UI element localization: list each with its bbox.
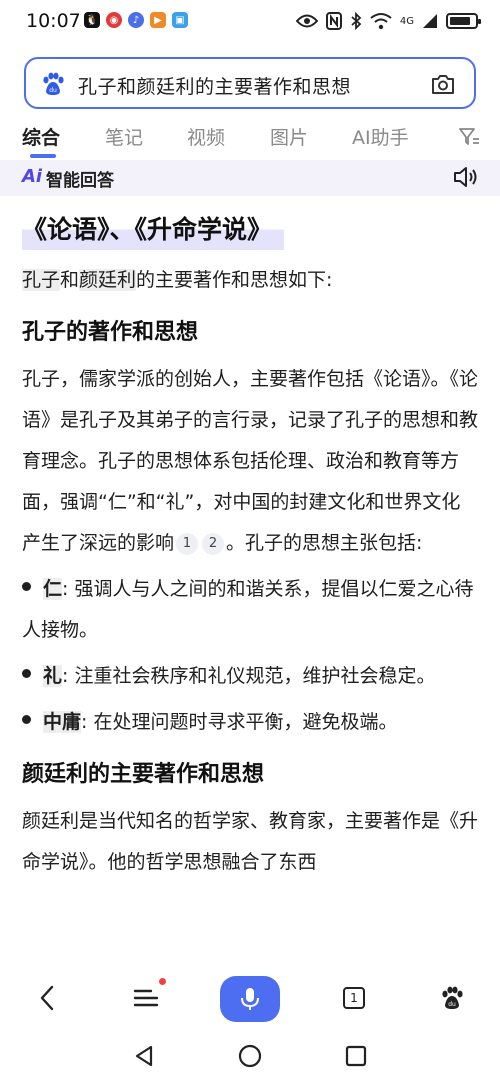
video-app-icon: ▶ [150, 12, 166, 28]
intro-rest: 的主要著作和思想如下: [136, 269, 333, 291]
list-item: 中庸: 在处理问题时寻求平衡，避免极端。 [22, 702, 478, 743]
search-tabs: 综合 笔记 视频 图片 AI助手 [0, 118, 500, 162]
section-heading-confucius: 孔子的著作和思想 [22, 320, 199, 345]
tab-notes[interactable]: 笔记 [105, 123, 143, 150]
chevron-left-icon [40, 985, 54, 1011]
tab-videos[interactable]: 视频 [187, 123, 225, 150]
eye-icon [295, 14, 318, 28]
system-recents-icon[interactable] [345, 1045, 367, 1067]
answer-headline: 《论语》、《升命学说》 [22, 204, 285, 250]
svg-text:du: du [448, 1001, 456, 1008]
tab-ai-assistant[interactable]: AI助手 [352, 123, 409, 150]
notification-dot [159, 978, 166, 985]
nfc-icon [325, 12, 342, 30]
tabs-button[interactable]: 1 [332, 976, 376, 1020]
ai-answer-title: 智能回答 [46, 171, 114, 191]
bullet-icon [22, 582, 31, 591]
entity-confucius[interactable]: 孔子 [22, 269, 61, 291]
answer-intro: 孔子和颜廷利的主要著作和思想如下: [22, 260, 478, 301]
status-indicators: 4G [295, 12, 481, 30]
citation-2[interactable]: 2 [202, 533, 225, 555]
ai-answer-header: Ai 智能回答 [0, 160, 500, 196]
system-home-icon[interactable] [238, 1044, 262, 1068]
notification-icons: 🐧 ◉ ♪ ▶ ▣ [84, 12, 188, 28]
signal-icon [423, 14, 437, 28]
bottom-toolbar: 1 du [0, 968, 500, 1030]
battery-icon [446, 13, 481, 29]
status-bar: 10:07 🐧 ◉ ♪ ▶ ▣ 4G [0, 0, 500, 48]
confucius-ideas-list: 仁: 强调人与人之间的和谐关系，提倡以仁爱之心待人接物。 礼: 注重社会秩序和礼… [22, 569, 478, 743]
ai-answer-content: 《论语》、《升命学说》 孔子和颜廷利的主要著作和思想如下: 孔子的著作和思想 孔… [22, 200, 478, 883]
menu-button[interactable] [124, 976, 168, 1020]
active-tab-indicator [30, 154, 56, 158]
tab-images[interactable]: 图片 [270, 123, 308, 150]
profile-button[interactable]: du [430, 976, 474, 1020]
paragraph-text-tail: 。孔子的思想主张包括: [226, 532, 423, 554]
wifi-icon [370, 13, 392, 30]
qq-icon: 🐧 [84, 12, 100, 28]
microphone-icon [241, 988, 259, 1010]
term-zhongyong[interactable]: 中庸 [43, 711, 82, 733]
speaker-icon[interactable] [452, 164, 480, 190]
search-input[interactable]: 孔子和颜廷利的主要著作和思想 [78, 72, 351, 99]
section-paragraph-confucius: 孔子，儒家学派的创始人，主要著作包括《论语》。《论语》是孔子及其弟子的言行录，记… [22, 359, 478, 564]
netease-music-icon: ◉ [106, 12, 122, 28]
system-navigation-bar [0, 1032, 500, 1083]
bluetooth-icon [351, 12, 362, 30]
list-item: 礼: 注重社会秩序和礼仪规范，维护社会稳定。 [22, 656, 478, 697]
files-app-icon: ▣ [172, 12, 188, 28]
system-back-icon[interactable] [133, 1044, 155, 1068]
term-ren[interactable]: 仁 [43, 578, 63, 600]
status-time: 10:07 [26, 10, 81, 32]
baidu-paw-icon: du [43, 72, 64, 95]
filter-icon[interactable] [458, 126, 480, 148]
entity-yan-tingli[interactable]: 颜廷利 [79, 269, 137, 291]
intro-connector: 和 [60, 269, 80, 291]
term-desc: : 在处理问题时寻求平衡，避免极端。 [81, 711, 398, 733]
term-desc: : 注重社会秩序和礼仪规范，维护社会稳定。 [62, 665, 436, 687]
ai-logo: Ai [22, 166, 43, 187]
back-button[interactable] [25, 976, 69, 1020]
tab-all[interactable]: 综合 [22, 123, 60, 150]
bullet-icon [22, 715, 31, 724]
music-icon: ♪ [128, 12, 144, 28]
menu-icon [133, 989, 159, 1007]
term-li[interactable]: 礼 [43, 665, 63, 687]
tabs-count: 1 [343, 987, 365, 1009]
citation-1[interactable]: 1 [176, 533, 199, 555]
battery-level [450, 17, 471, 25]
paragraph-text: 孔子，儒家学派的创始人，主要著作包括《论语》。《论语》是孔子及其弟子的言行录，记… [22, 368, 479, 554]
camera-icon[interactable] [430, 72, 456, 96]
section-paragraph-yan-tingli: 颜廷利是当代知名的哲学家、教育家，主要著作是《升命学说》。他的哲学思想融合了东西 [22, 810, 479, 873]
search-bar[interactable]: du 孔子和颜廷利的主要著作和思想 [24, 57, 476, 109]
network-label: 4G [399, 15, 414, 27]
svg-text:du: du [49, 87, 57, 94]
term-desc: : 强调人与人之间的和谐关系，提倡以仁爱之心待人接物。 [22, 578, 474, 641]
baidu-paw-icon: du [442, 986, 463, 1009]
list-item: 仁: 强调人与人之间的和谐关系，提倡以仁爱之心待人接物。 [22, 569, 478, 651]
section-heading-yan-tingli: 颜廷利的主要著作和思想 [22, 762, 265, 787]
bullet-icon [22, 669, 31, 678]
voice-search-button[interactable] [220, 976, 280, 1022]
